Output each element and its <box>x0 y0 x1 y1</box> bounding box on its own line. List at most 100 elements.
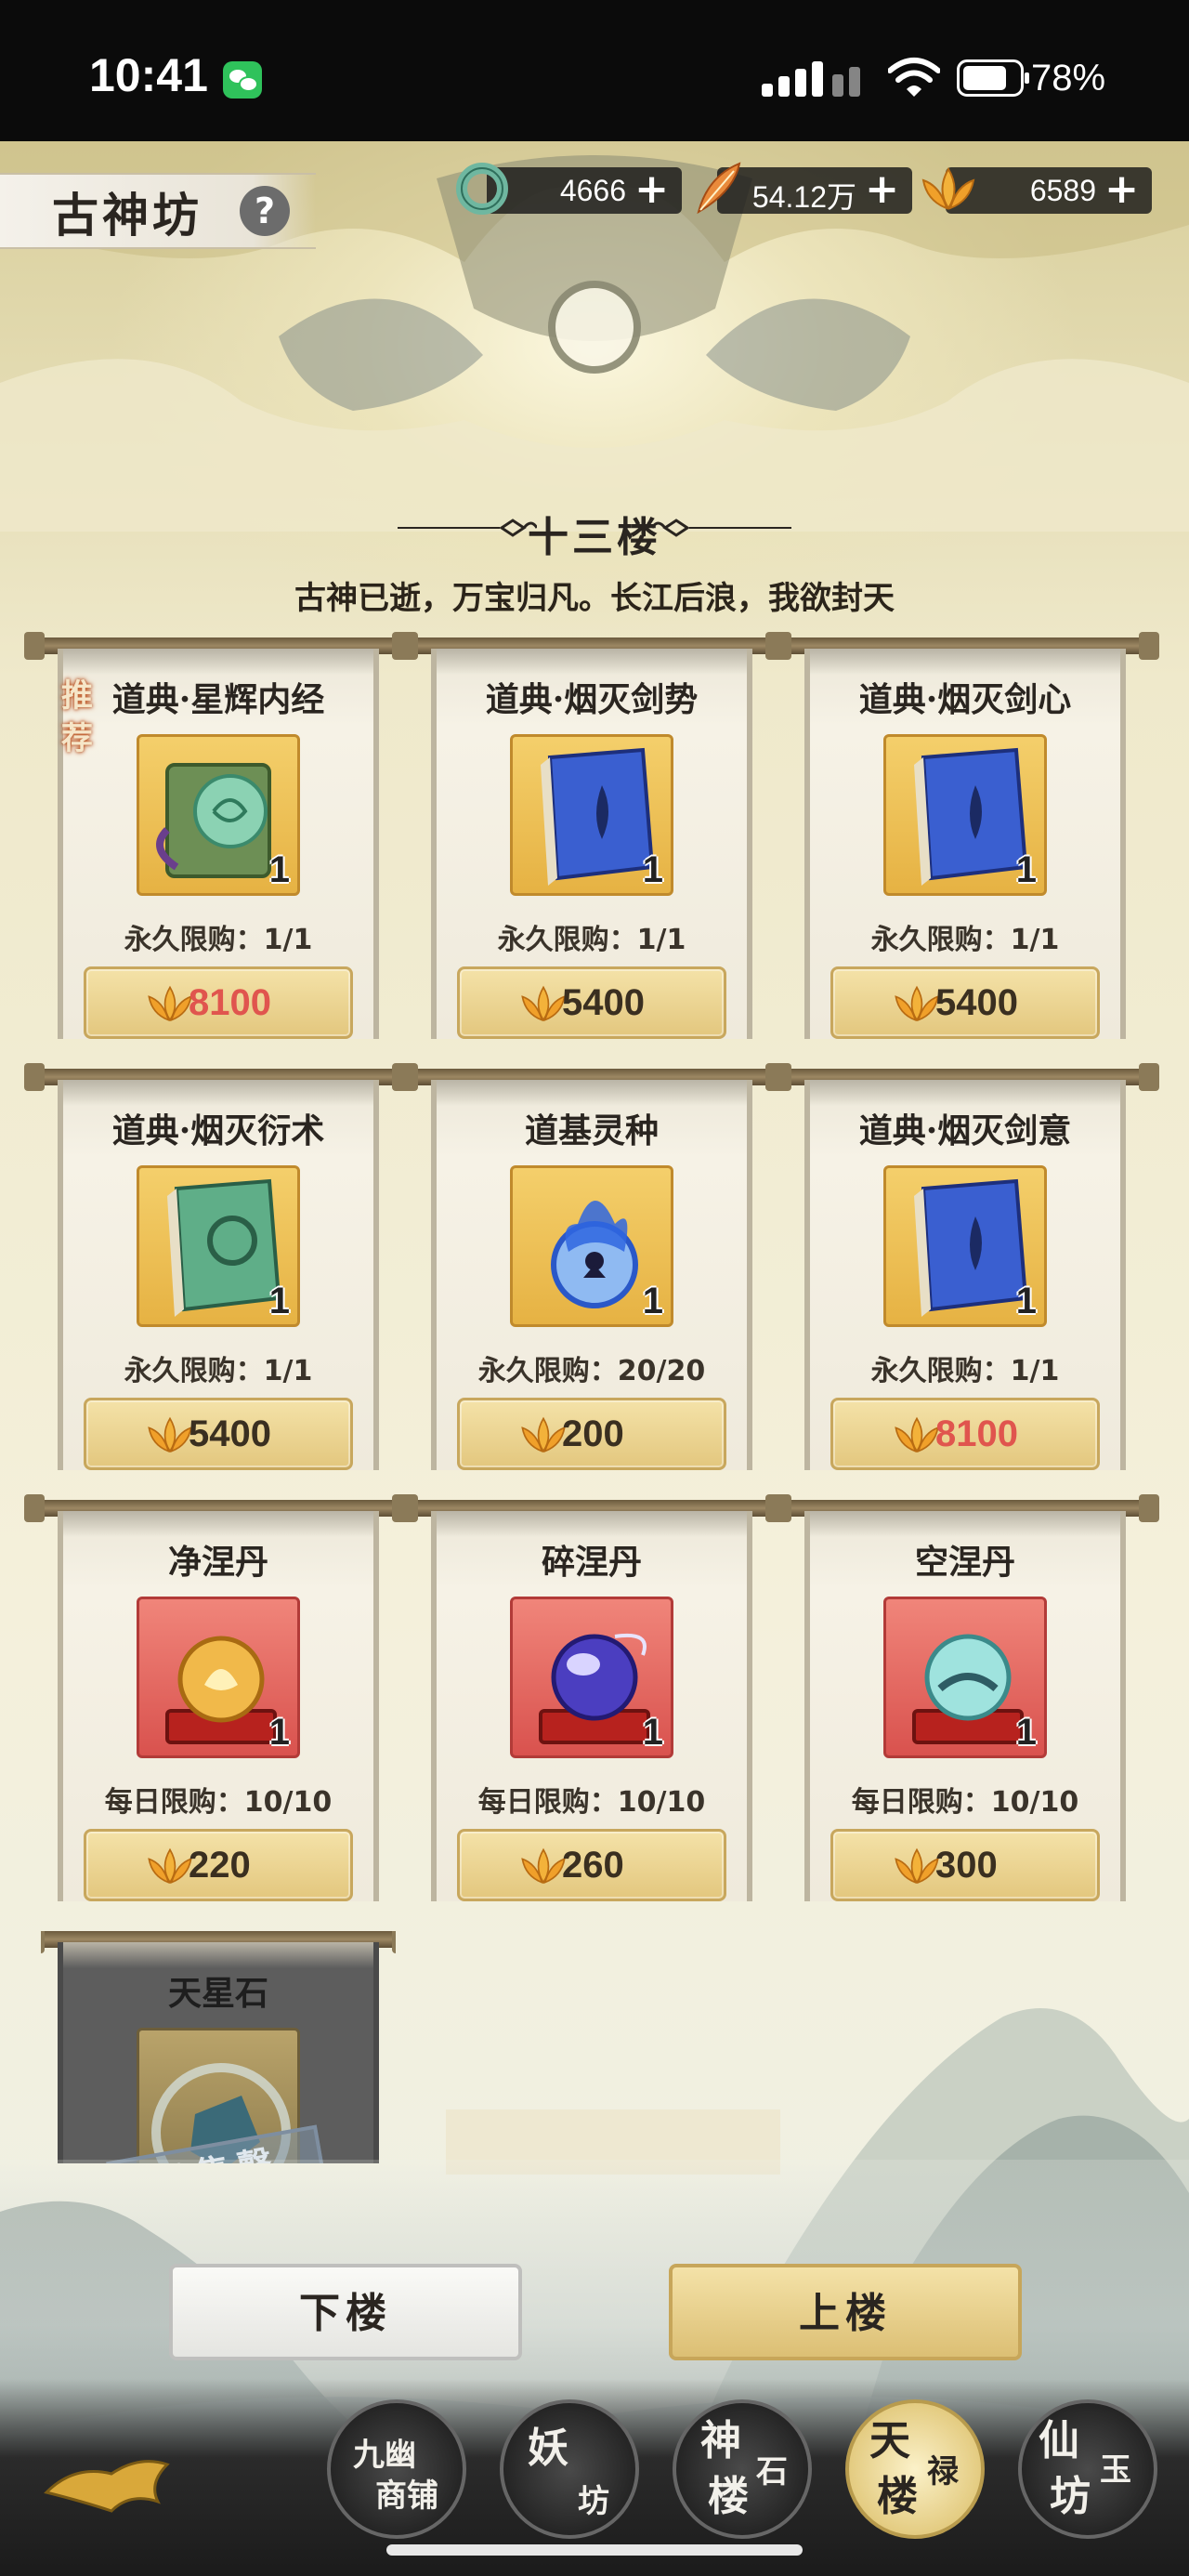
item-quantity: 1 <box>642 849 663 890</box>
add-currency-button[interactable]: + <box>634 165 669 213</box>
item-icon-frame[interactable]: 1 <box>883 1597 1047 1758</box>
tab-label: 天 <box>869 2417 910 2464</box>
buy-button[interactable]: 220 <box>84 1829 353 1901</box>
purchase-limit: 每日限购：10/10 <box>477 1786 706 1819</box>
tab-label: 妖 <box>528 2425 568 2472</box>
item-quantity: 1 <box>1015 849 1037 890</box>
tab-label: 楼 <box>708 2473 749 2520</box>
floor-subtitle: 古神已逝，万宝归凡。长江后浪，我欲封天 <box>294 580 895 617</box>
item-card[interactable]: 净涅丹 1 每日限购：10/10 220 <box>24 1494 412 1901</box>
item-price: 5400 <box>562 982 645 1023</box>
item-quantity: 1 <box>268 849 290 890</box>
floor-ornament-right <box>652 519 791 537</box>
purchase-limit: 永久限购：1/1 <box>124 1355 313 1387</box>
item-card[interactable]: 碎涅丹 1 每日限购：10/10 260 <box>398 1494 786 1901</box>
wechat-icon <box>223 61 262 99</box>
item-name: 道基灵种 <box>524 1111 659 1150</box>
currency-value: 54.12万 <box>751 180 856 214</box>
item-quantity: 1 <box>268 1281 290 1321</box>
battery-percent: 78% <box>1031 58 1106 99</box>
item-quantity: 1 <box>268 1712 290 1753</box>
item-price: 8100 <box>935 1413 1018 1454</box>
tab-label: 神 <box>700 2417 741 2464</box>
item-quantity: 1 <box>642 1712 663 1753</box>
item-price: 8100 <box>189 982 271 1023</box>
lotus-icon <box>895 1847 939 1885</box>
purchase-limit: 每日限购：10/10 <box>851 1786 1079 1819</box>
item-price: 300 <box>935 1845 998 1886</box>
item-icon-frame[interactable]: 1 <box>137 734 300 896</box>
item-name: 碎涅丹 <box>541 1543 642 1582</box>
tab-label: 九幽 <box>353 2437 416 2474</box>
tab-label: 玉 <box>1100 2451 1131 2489</box>
golden-dragon-icon <box>44 2460 170 2513</box>
go-downstairs-button[interactable]: 下楼 <box>169 2264 522 2360</box>
item-name: 道典·烟灭剑势 <box>485 680 699 719</box>
item-icon-frame[interactable]: 1 <box>883 734 1047 896</box>
jade-ring-icon <box>456 163 508 215</box>
buy-button[interactable]: 5400 <box>84 1398 353 1470</box>
tab-label: 石 <box>756 2453 788 2491</box>
item-name: 空涅丹 <box>914 1543 1015 1582</box>
tab-label: 楼 <box>877 2473 918 2520</box>
item-price: 5400 <box>189 1413 271 1454</box>
item-icon-frame[interactable]: 1 <box>510 734 673 896</box>
item-card[interactable]: 道典·烟灭剑势 1 永久限购：1/1 5400 <box>398 632 786 1039</box>
item-card[interactable]: 道典·烟灭剑意 1 永久限购：1/1 8100 <box>771 1063 1159 1470</box>
item-icon-frame[interactable]: 1 <box>510 1165 673 1327</box>
buy-button[interactable]: 8100 <box>84 966 353 1039</box>
tab-label: 坊 <box>1050 2473 1091 2520</box>
add-currency-button[interactable]: + <box>865 165 899 213</box>
floor-title: 十三楼 <box>528 514 661 561</box>
lotus-icon <box>921 167 975 210</box>
item-card[interactable]: 推荐 道典·星辉内经 1 永久限购：1/1 8100 <box>24 632 412 1039</box>
lotus-icon <box>148 1416 192 1453</box>
help-icon[interactable]: ? <box>240 186 290 236</box>
currency-value: 6589 <box>1029 174 1096 207</box>
item-name: 道典·星辉内经 <box>111 680 325 719</box>
tab-tianlu-tower[interactable]: 天 禄 楼 <box>845 2399 985 2539</box>
buy-button[interactable]: 260 <box>457 1829 726 1901</box>
tab-shenshi-tower[interactable]: 神 石 楼 <box>673 2399 812 2539</box>
item-name: 净涅丹 <box>167 1543 268 1582</box>
wifi-icon <box>888 58 940 97</box>
lotus-icon <box>148 1847 192 1885</box>
status-bar: 10:41 78% <box>0 0 1189 141</box>
item-quantity: 1 <box>1015 1712 1037 1753</box>
buy-button[interactable]: 8100 <box>830 1398 1100 1470</box>
tab-xianyu-shop[interactable]: 仙 玉 坊 <box>1018 2399 1157 2539</box>
tab-yao-shop[interactable]: 妖 坊 <box>500 2399 639 2539</box>
buy-button[interactable]: 5400 <box>830 966 1100 1039</box>
tab-label: 仙 <box>1039 2417 1079 2464</box>
buy-button[interactable]: 200 <box>457 1398 726 1470</box>
lotus-icon <box>521 985 566 1022</box>
battery-icon <box>957 59 1029 97</box>
buy-button[interactable]: 5400 <box>457 966 726 1039</box>
tab-label: 商铺 <box>375 2477 438 2515</box>
purchase-limit: 永久限购：1/1 <box>497 924 686 956</box>
lotus-icon <box>521 1847 566 1885</box>
add-currency-button[interactable]: + <box>1104 165 1139 213</box>
item-quantity: 1 <box>642 1281 663 1321</box>
item-price: 220 <box>189 1845 251 1886</box>
item-price: 200 <box>562 1413 624 1454</box>
page-title: 古神坊 <box>52 188 203 243</box>
item-icon-frame[interactable]: 1 <box>883 1165 1047 1327</box>
item-card[interactable]: 道基灵种 1 永久限购：20/20 200 <box>398 1063 786 1470</box>
item-icon-frame[interactable]: 1 <box>137 1165 300 1327</box>
lotus-icon <box>895 985 939 1022</box>
item-card[interactable]: 道典·烟灭剑心 1 永久限购：1/1 5400 <box>771 632 1159 1039</box>
item-icon-frame[interactable]: 1 <box>510 1597 673 1758</box>
lotus-icon <box>521 1416 566 1453</box>
feather-icon <box>697 162 741 215</box>
home-indicator[interactable] <box>386 2544 803 2556</box>
item-icon-frame[interactable]: 1 <box>137 1597 300 1758</box>
item-card[interactable]: 空涅丹 1 每日限购：10/10 300 <box>771 1494 1159 1901</box>
purchase-limit: 每日限购：10/10 <box>104 1786 333 1819</box>
item-price: 5400 <box>935 982 1018 1023</box>
go-upstairs-button[interactable]: 上楼 <box>669 2264 1022 2360</box>
tab-label: 坊 <box>578 2483 609 2520</box>
tab-jiuyou-shop[interactable]: 九幽 商铺 <box>327 2399 466 2539</box>
item-card[interactable]: 道典·烟灭衍术 1 永久限购：1/1 5400 <box>24 1063 412 1470</box>
buy-button[interactable]: 300 <box>830 1829 1100 1901</box>
